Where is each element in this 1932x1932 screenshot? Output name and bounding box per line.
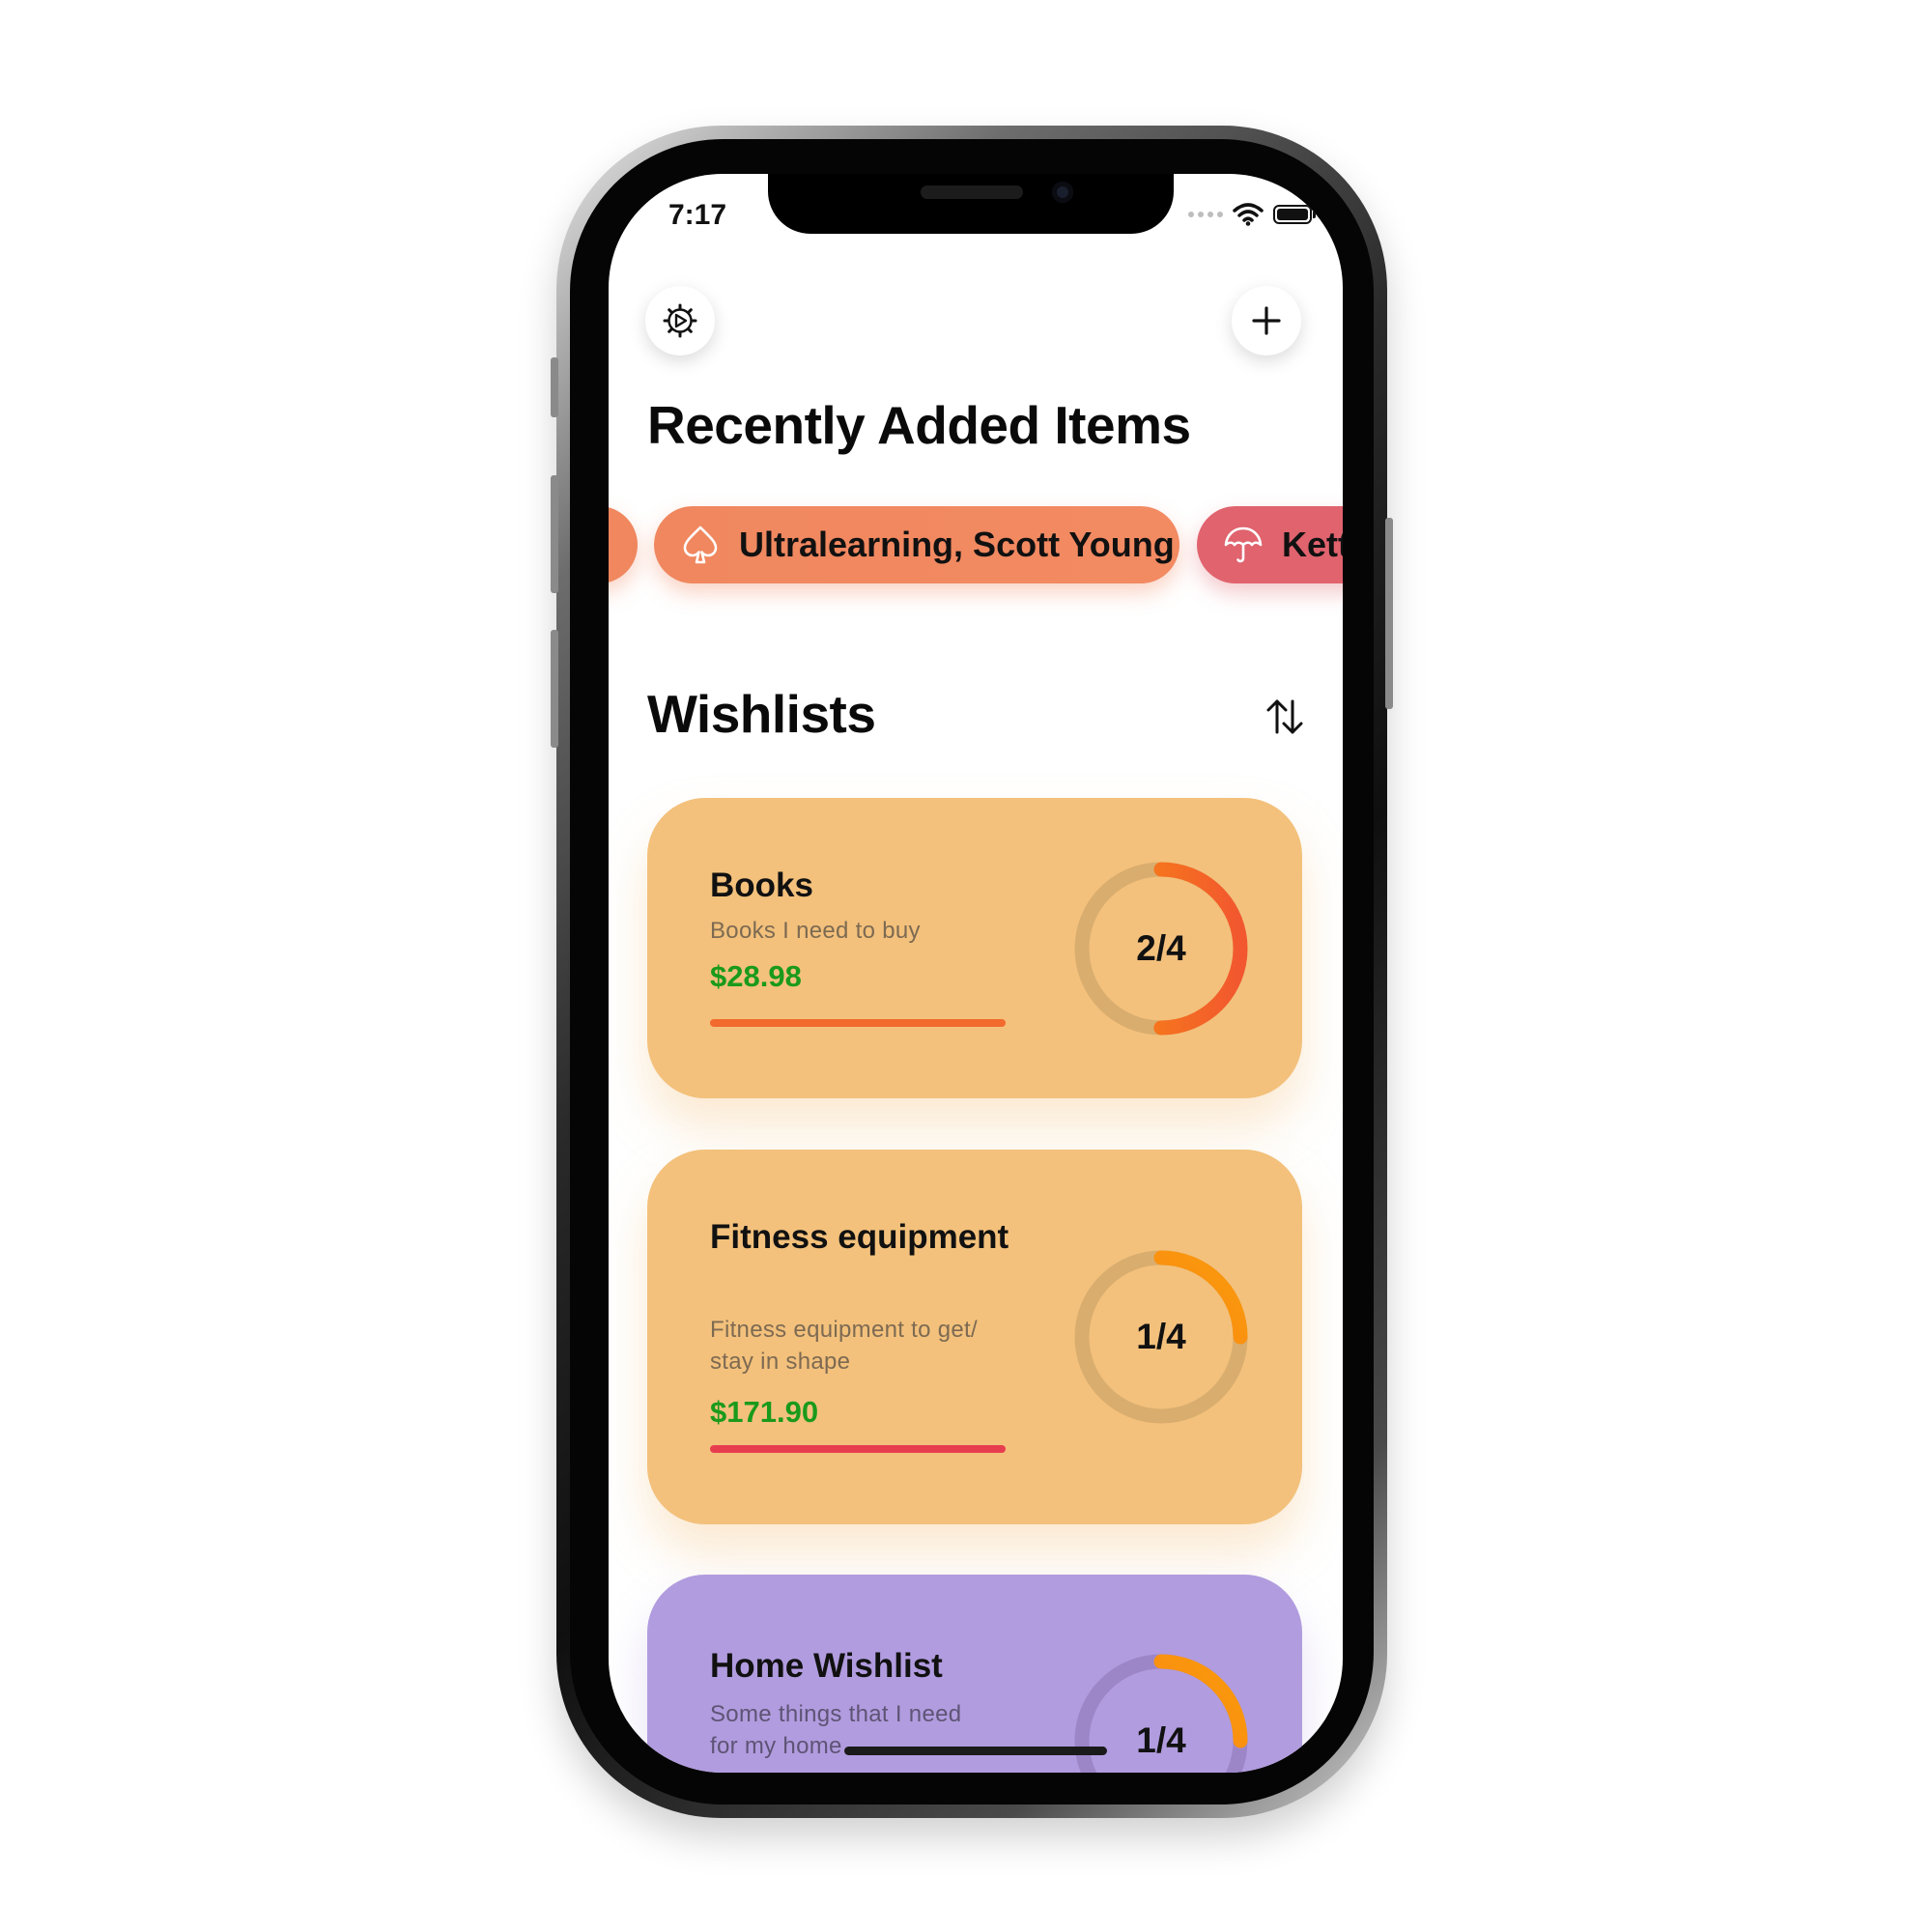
progress-ring: 2/4 [1072,860,1250,1037]
status-time: 7:17 [668,199,727,231]
add-button[interactable] [1232,286,1301,355]
wishlist-price: $28.98 [710,959,802,993]
wishlist-description: Fitness equipment to get/ stay in shape [710,1317,978,1375]
power-button [1385,518,1393,709]
status-icons [1188,203,1316,226]
volume-up-button [551,475,558,593]
wifi-icon [1233,203,1264,226]
notch [768,174,1174,234]
gear-icon [663,303,697,338]
recent-item-chip-partial[interactable] [609,506,638,583]
wishlist-card-fitness[interactable]: Fitness equipment Fitness equipment to g… [647,1150,1302,1524]
wishlist-card-home[interactable]: Home Wishlist Some things that I need fo… [647,1575,1302,1773]
sort-arrows-icon [1266,699,1303,734]
sort-button[interactable] [1260,692,1310,742]
home-indicator[interactable] [844,1747,1107,1755]
wishlist-progress-bar [710,1019,1006,1027]
progress-count: 1/4 [1136,1317,1186,1356]
battery-icon [1273,205,1316,224]
wishlist-progress-bar [710,1445,1006,1453]
front-camera [1052,182,1073,203]
plus-icon [1252,306,1281,335]
progress-count: 2/4 [1136,928,1186,968]
recent-item-chip[interactable]: Kett [1197,506,1343,583]
wishlists-title: Wishlists [647,684,876,744]
wishlist-card-books[interactable]: Books Books I need to buy $28.98 2/4 [647,798,1302,1098]
wishlist-price: $171.90 [710,1395,819,1429]
recently-added-title: Recently Added Items [647,395,1191,455]
settings-button[interactable] [645,286,715,355]
recent-item-chip[interactable]: Ultralearning, Scott Young [654,506,1179,583]
recent-item-label: Kett [1282,525,1343,564]
wishlist-title: Books [710,867,813,904]
speaker-grille [921,185,1023,199]
wishlist-description: Books I need to buy [710,918,921,944]
umbrella-icon [1222,524,1264,566]
spade-icon [679,524,722,566]
app-screen: 7:17 Recently Added Items Ultralearning,… [609,174,1343,1773]
volume-down-button [551,630,558,748]
progress-ring: 1/4 [1072,1248,1250,1426]
wishlist-title: Home Wishlist [710,1647,943,1685]
wishlist-title: Fitness equipment [710,1218,1009,1256]
recent-item-label: Ultralearning, Scott Young [739,525,1175,564]
signal-icon [1188,212,1223,217]
mute-switch [551,357,558,417]
